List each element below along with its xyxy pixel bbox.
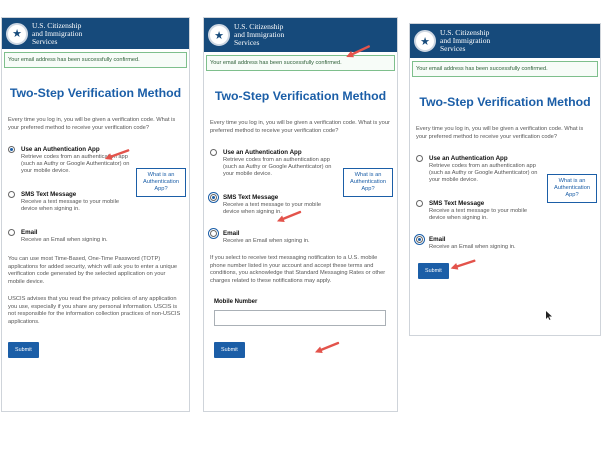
submit-button[interactable]: Submit: [214, 342, 245, 358]
dhs-seal-icon: ★: [208, 24, 230, 46]
what-is-app-link[interactable]: What is an Authentication App?: [343, 168, 393, 197]
option-sms[interactable]: SMS Text Message Receive a text message …: [8, 191, 189, 213]
intro-text: Every time you log in, you will be given…: [210, 120, 390, 134]
submit-button[interactable]: Submit: [418, 263, 449, 279]
radio-app[interactable]: [416, 155, 423, 162]
option-email-desc: Receive an Email when signing in.: [429, 244, 516, 250]
option-app-label: Use an Authentication App: [223, 149, 302, 156]
option-email-label: Email: [223, 230, 240, 237]
option-email[interactable]: Email Receive an Email when signing in.: [8, 229, 189, 244]
option-email-desc: Receive an Email when signing in.: [21, 237, 108, 243]
totp-note: You can use most Time-Based, One-Time Pa…: [8, 256, 178, 285]
what-is-app-link[interactable]: What is an Authentication App?: [547, 174, 597, 203]
uscis-header: ★ U.S. Citizenship and Immigration Servi…: [2, 18, 189, 49]
screenshot-collage: ★ U.S. Citizenship and Immigration Servi…: [0, 0, 601, 451]
mouse-cursor-icon: [546, 307, 552, 320]
radio-app[interactable]: [8, 146, 15, 153]
agency-name: U.S. Citizenship and Immigration Service…: [440, 28, 491, 53]
option-app-label: Use an Authentication App: [21, 146, 100, 153]
success-banner: Your email address has been successfully…: [206, 55, 395, 71]
option-sms-label: SMS Text Message: [21, 191, 77, 198]
option-sms-desc: Receive a text message to your mobile de…: [429, 208, 527, 221]
success-banner: Your email address has been successfully…: [412, 61, 598, 77]
panel-email: ★ U.S. Citizenship and Immigration Servi…: [409, 23, 601, 336]
option-sms-desc: Receive a text message to your mobile de…: [223, 202, 321, 215]
option-sms-label: SMS Text Message: [429, 200, 485, 207]
mobile-number-label: Mobile Number: [214, 299, 258, 305]
page-title: Two-Step Verification Method: [419, 95, 591, 109]
option-email-desc: Receive an Email when signing in.: [223, 238, 310, 244]
agency-name: U.S. Citizenship and Immigration Service…: [234, 22, 285, 47]
dhs-seal-icon: ★: [414, 30, 436, 52]
option-email-label: Email: [429, 236, 446, 243]
dhs-seal-icon: ★: [6, 22, 28, 45]
uscis-header: ★ U.S. Citizenship and Immigration Servi…: [410, 24, 600, 58]
radio-sms[interactable]: [416, 200, 423, 207]
page-title: Two-Step Verification Method: [9, 86, 182, 100]
panel-authentication-app: ★ U.S. Citizenship and Immigration Servi…: [1, 17, 190, 412]
radio-email[interactable]: [414, 234, 425, 245]
option-sms-desc: Receive a text message to your mobile de…: [21, 199, 119, 212]
page-title: Two-Step Verification Method: [214, 89, 387, 103]
sms-rates-notice: If you select to receive text messaging …: [210, 255, 386, 284]
radio-sms[interactable]: [208, 192, 219, 203]
intro-text: Every time you log in, you will be given…: [416, 126, 584, 140]
option-email[interactable]: Email Receive an Email when signing in.: [208, 228, 397, 245]
radio-app[interactable]: [210, 149, 217, 156]
intro-text: Every time you log in, you will be given…: [8, 117, 176, 131]
radio-email[interactable]: [208, 228, 219, 239]
option-sms[interactable]: SMS Text Message Receive a text message …: [416, 200, 600, 222]
agency-name: U.S. Citizenship and Immigration Service…: [32, 20, 83, 46]
option-email-label: Email: [21, 229, 38, 236]
option-app-label: Use an Authentication App: [429, 155, 508, 162]
submit-button[interactable]: Submit: [8, 342, 39, 358]
option-email[interactable]: Email Receive an Email when signing in.: [414, 234, 600, 251]
mobile-number-input[interactable]: [214, 310, 386, 326]
privacy-note: USCIS advises that you read the privacy …: [8, 296, 181, 325]
option-app-desc: Retrieve codes from an authentication ap…: [223, 157, 332, 177]
radio-email[interactable]: [8, 229, 15, 236]
option-sms-label: SMS Text Message: [223, 194, 279, 201]
success-banner: Your email address has been successfully…: [4, 52, 187, 68]
radio-sms[interactable]: [8, 191, 15, 198]
option-sms[interactable]: SMS Text Message Receive a text message …: [208, 192, 397, 216]
option-app-desc: Retrieve codes from an authentication ap…: [429, 163, 538, 183]
